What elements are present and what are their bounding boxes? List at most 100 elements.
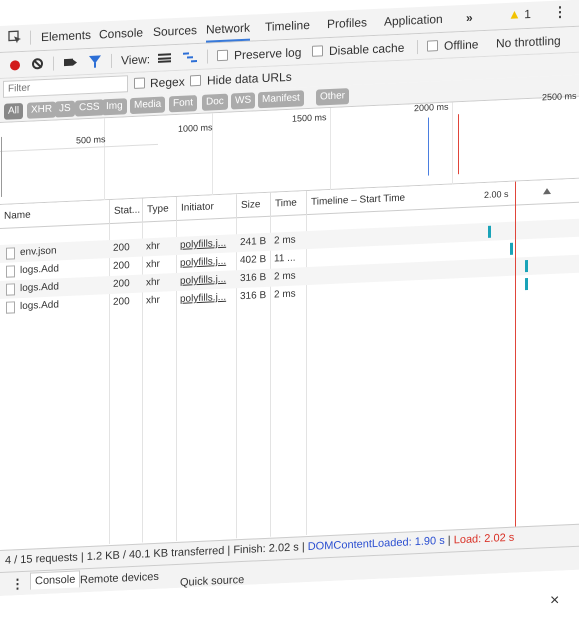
view-label: View: bbox=[121, 52, 151, 68]
type-filter-manifest[interactable]: Manifest bbox=[258, 90, 304, 109]
type-filter-css[interactable]: CSS bbox=[75, 99, 104, 117]
cell-status: 200 bbox=[113, 260, 130, 272]
tab-separator bbox=[30, 30, 31, 45]
dom-content-loaded-time: DOMContentLoaded: 1.90 s bbox=[307, 534, 445, 554]
cell-size: 316 B bbox=[240, 289, 267, 303]
type-filter-all[interactable]: All bbox=[4, 102, 24, 120]
devtools-window: Elements Console Sources Network Timelin… bbox=[0, 0, 579, 627]
type-filter-media[interactable]: Media bbox=[130, 96, 166, 115]
cell-size: 402 B bbox=[240, 253, 267, 267]
warnings-count: 1 bbox=[524, 6, 531, 22]
type-filter-img[interactable]: Img bbox=[102, 98, 127, 116]
type-filter-js[interactable]: JS bbox=[55, 100, 75, 118]
request-count: 4 / 15 requests bbox=[5, 551, 78, 567]
column-header-size[interactable]: Size bbox=[236, 192, 270, 219]
throttling-select[interactable]: No throttling bbox=[496, 34, 561, 51]
regex-checkbox[interactable] bbox=[134, 77, 145, 89]
tab-console[interactable]: Console bbox=[99, 26, 143, 42]
offline-checkbox[interactable] bbox=[427, 40, 438, 52]
tab-application[interactable]: Application bbox=[384, 12, 443, 29]
overview-gridline bbox=[104, 118, 105, 201]
sort-ascending-icon[interactable] bbox=[543, 187, 551, 195]
tab-network[interactable]: Network bbox=[206, 20, 251, 43]
filter-icon[interactable] bbox=[89, 55, 101, 64]
cell-status: 200 bbox=[113, 296, 130, 308]
type-filter-ws[interactable]: WS bbox=[231, 92, 256, 110]
cell-type: xhr bbox=[146, 294, 160, 307]
type-filter-doc[interactable]: Doc bbox=[202, 93, 228, 111]
preserve-log-checkbox[interactable] bbox=[217, 49, 228, 62]
overview-dcl-marker bbox=[428, 117, 429, 176]
load-event-line bbox=[515, 181, 516, 527]
cell-status: 200 bbox=[113, 278, 130, 290]
finish-time: Finish: 2.02 s bbox=[233, 541, 299, 557]
status-separator: | bbox=[447, 534, 451, 547]
toolbar-separator bbox=[417, 40, 418, 55]
clear-button[interactable] bbox=[32, 58, 43, 70]
transferred-size: 1.2 KB / 40.1 KB transferred bbox=[86, 544, 225, 564]
column-header-name[interactable]: Name bbox=[0, 200, 109, 229]
tab-sources[interactable]: Sources bbox=[153, 23, 197, 39]
filter-input[interactable] bbox=[3, 75, 128, 98]
load-time: Load: 2.02 s bbox=[453, 531, 515, 547]
disable-cache-label: Disable cache bbox=[329, 40, 405, 59]
cell-time: 11 ... bbox=[274, 252, 296, 265]
tab-timeline[interactable]: Timeline bbox=[265, 18, 310, 34]
requests-table: Name Stat... Type Initiator Size Time Ti… bbox=[0, 178, 579, 550]
overview-gridline bbox=[452, 102, 453, 185]
drawer-tab-console[interactable]: Console bbox=[30, 570, 81, 590]
more-tabs-button[interactable]: » bbox=[466, 11, 473, 25]
overview-tick-label: 2500 ms bbox=[542, 90, 577, 103]
cell-type: xhr bbox=[146, 240, 160, 253]
cell-time: 2 ms bbox=[274, 234, 296, 247]
overview-tick-label: 2000 ms bbox=[414, 101, 449, 114]
drawer-menu-icon[interactable]: ⋮ bbox=[11, 576, 24, 593]
status-separator: | bbox=[301, 541, 305, 554]
disable-cache-checkbox[interactable] bbox=[312, 45, 323, 57]
inspect-element-icon[interactable] bbox=[8, 30, 22, 45]
record-button[interactable] bbox=[10, 60, 20, 71]
type-filter-xhr[interactable]: XHR bbox=[27, 101, 57, 119]
column-header-status[interactable]: Stat... bbox=[109, 198, 142, 225]
status-separator: | bbox=[227, 544, 231, 557]
hide-data-urls-checkbox[interactable] bbox=[190, 74, 201, 87]
close-drawer-icon[interactable]: × bbox=[550, 592, 559, 610]
status-separator: | bbox=[80, 551, 84, 564]
type-filter-other[interactable]: Other bbox=[316, 88, 350, 106]
overview-tick-label: 1000 ms bbox=[178, 122, 213, 134]
cell-name[interactable]: logs.Add bbox=[16, 294, 109, 316]
toolbar-separator bbox=[111, 53, 112, 68]
warnings-counter[interactable]: ▲ 1 bbox=[508, 6, 531, 22]
cell-time: 2 ms bbox=[274, 270, 296, 283]
overview-toggle-icon[interactable] bbox=[183, 51, 197, 63]
type-filter-font[interactable]: Font bbox=[169, 95, 198, 113]
more-options-icon[interactable]: ⋮ bbox=[553, 3, 567, 21]
column-header-timeline[interactable]: Timeline – Start Time bbox=[306, 185, 426, 216]
column-header-type[interactable]: Type bbox=[142, 197, 176, 223]
warning-icon: ▲ bbox=[508, 6, 521, 22]
waterfall-bar bbox=[525, 260, 528, 273]
waterfall-bar bbox=[488, 225, 491, 238]
regex-label: Regex bbox=[150, 74, 185, 91]
column-header-initiator[interactable]: Initiator bbox=[176, 194, 236, 222]
toolbar-separator bbox=[207, 49, 208, 64]
file-icon bbox=[6, 265, 15, 278]
preserve-log-label: Preserve log bbox=[234, 45, 302, 63]
cell-type: xhr bbox=[146, 258, 160, 271]
column-header-time[interactable]: Time bbox=[270, 191, 306, 217]
cell-size: 316 B bbox=[240, 271, 267, 285]
cell-time: 2 ms bbox=[274, 288, 296, 301]
file-icon bbox=[6, 301, 15, 314]
cell-initiator[interactable]: polyfills.j... bbox=[176, 288, 236, 309]
tab-profiles[interactable]: Profiles bbox=[327, 15, 367, 31]
cell-status: 200 bbox=[113, 242, 130, 254]
large-rows-icon[interactable] bbox=[158, 53, 171, 63]
capture-screenshots-icon[interactable] bbox=[64, 58, 73, 67]
tab-elements[interactable]: Elements bbox=[41, 28, 91, 44]
timeline-tick-label: 2.00 s bbox=[484, 188, 509, 201]
file-icon bbox=[6, 283, 15, 296]
drawer-tab-remote-devices[interactable]: Remote devices bbox=[80, 571, 159, 587]
waterfall-bar bbox=[510, 242, 513, 255]
toolbar-separator bbox=[53, 56, 54, 71]
offline-label: Offline bbox=[444, 37, 479, 53]
